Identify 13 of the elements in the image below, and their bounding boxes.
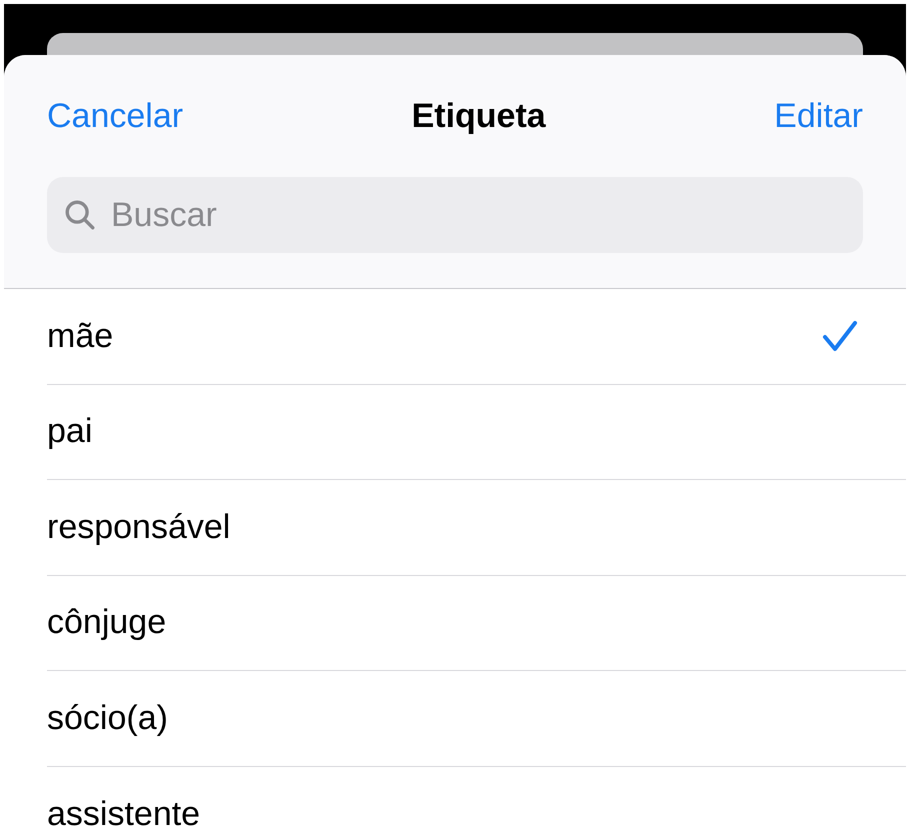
cancel-button[interactable]: Cancelar: [47, 90, 184, 142]
label-text: assistente: [47, 794, 200, 835]
label-text: responsável: [47, 506, 230, 548]
label-row[interactable]: pai: [47, 384, 906, 480]
label-text: cônjuge: [47, 602, 166, 644]
sheet-title: Etiqueta: [412, 96, 546, 136]
label-row[interactable]: cônjuge: [47, 576, 906, 671]
label-text: mãe: [47, 316, 114, 357]
label-text: sócio(a): [47, 698, 168, 739]
search-field[interactable]: Buscar: [47, 177, 863, 253]
label-text: pai: [47, 411, 92, 452]
search-icon: [63, 198, 97, 232]
edit-button[interactable]: Editar: [774, 90, 863, 142]
